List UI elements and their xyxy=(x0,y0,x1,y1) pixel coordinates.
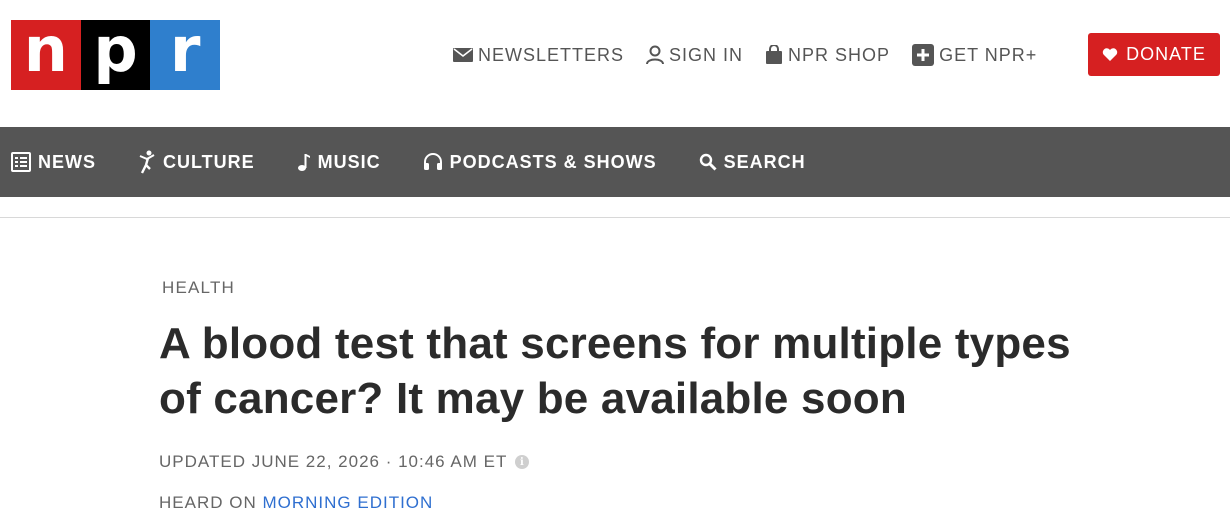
logo-letter-p: p xyxy=(80,19,151,90)
nav-item-culture[interactable]: CULTURE xyxy=(138,150,255,174)
nav-item-news-label: NEWS xyxy=(38,151,96,172)
donate-button[interactable]: DONATE xyxy=(1088,33,1220,76)
newsletters-link[interactable]: NEWSLETTERS xyxy=(453,45,624,66)
dancer-icon xyxy=(139,150,155,174)
section-slug[interactable]: HEALTH xyxy=(162,278,235,298)
logo-letter-r: r xyxy=(150,19,221,90)
npr-shop-link[interactable]: NPR SHOP xyxy=(765,45,890,66)
main-nav: NEWS CULTURE MUSIC PODCASTS & SHOWS SEAR… xyxy=(0,127,1230,197)
info-icon[interactable]: i xyxy=(515,455,530,469)
nav-item-music-label: MUSIC xyxy=(317,151,381,172)
nav-item-podcasts-shows[interactable]: PODCASTS & SHOWS xyxy=(423,152,657,173)
search-icon xyxy=(699,153,717,171)
utility-nav: NEWSLETTERS SIGN IN NPR SHOP GET NPR+ xyxy=(453,38,1059,72)
user-icon xyxy=(646,45,665,65)
list-icon xyxy=(11,152,31,172)
nav-item-search-label: SEARCH xyxy=(723,151,806,172)
music-note-icon xyxy=(297,154,310,171)
top-bar: n p r NEWSLETTERS SIGN IN NPR SHOP GET N… xyxy=(0,0,1230,127)
morning-edition-link[interactable]: MORNING EDITION xyxy=(262,493,433,512)
sign-in-label: SIGN IN xyxy=(669,44,744,65)
donate-label: DONATE xyxy=(1126,44,1206,64)
header-divider xyxy=(0,217,1230,218)
envelope-icon xyxy=(453,48,473,62)
npr-logo[interactable]: n p r xyxy=(11,19,221,90)
newsletters-label: NEWSLETTERS xyxy=(478,44,625,65)
get-npr-plus-link[interactable]: GET NPR+ xyxy=(912,44,1037,66)
dateline-text: UPDATED JUNE 22, 2026 · 10:46 AM ET xyxy=(159,452,508,471)
heard-on: HEARD ON MORNING EDITION xyxy=(159,493,433,513)
nav-item-search[interactable]: SEARCH xyxy=(699,152,806,173)
nav-item-culture-label: CULTURE xyxy=(163,151,255,172)
plus-square-icon xyxy=(912,44,935,66)
sign-in-link[interactable]: SIGN IN xyxy=(646,45,743,66)
nav-item-news[interactable]: NEWS xyxy=(11,152,96,173)
dateline: UPDATED JUNE 22, 2026 · 10:46 AM ET i xyxy=(159,452,530,472)
article-headline: A blood test that screens for multiple t… xyxy=(159,319,1071,423)
shopping-bag-icon xyxy=(766,45,783,64)
headphones-icon xyxy=(423,153,442,170)
logo-letter-n: n xyxy=(11,19,81,90)
nav-item-music[interactable]: MUSIC xyxy=(297,152,381,173)
nav-item-podcasts-shows-label: PODCASTS & SHOWS xyxy=(449,151,657,172)
heart-icon xyxy=(1102,47,1118,61)
npr-shop-label: NPR SHOP xyxy=(788,44,891,65)
get-npr-plus-label: GET NPR+ xyxy=(939,44,1038,65)
heard-on-prefix: HEARD ON xyxy=(159,493,263,512)
